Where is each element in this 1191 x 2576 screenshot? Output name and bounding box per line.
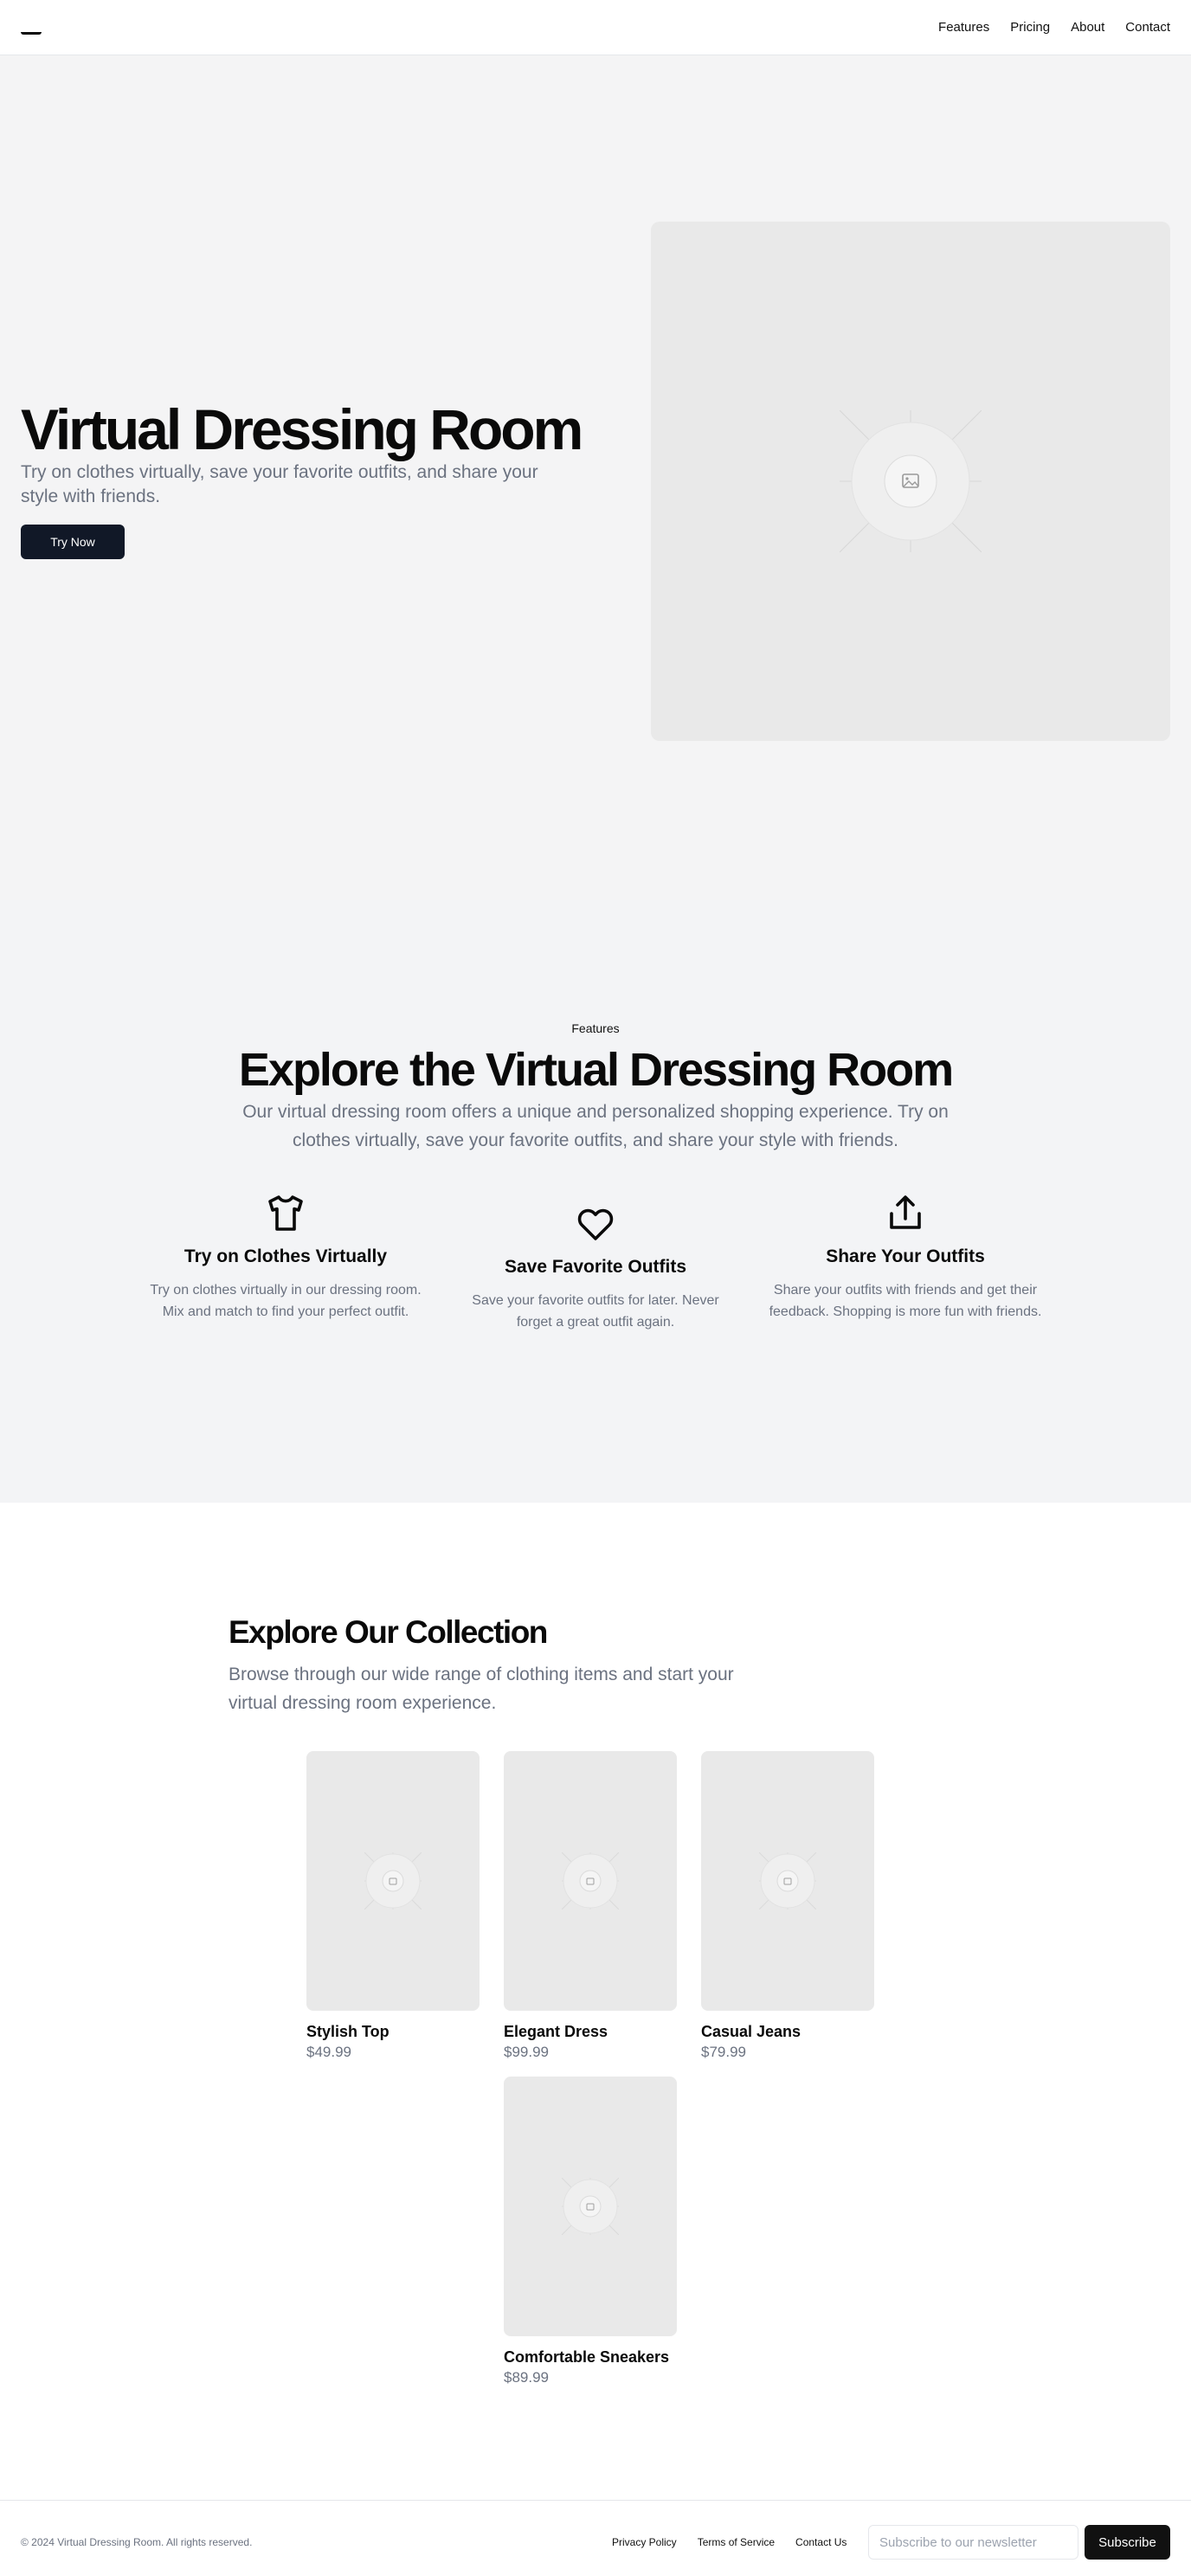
product-card[interactable]: Casual Jeans $79.99: [701, 1751, 874, 2063]
product-image: [504, 1751, 677, 2011]
image-placeholder-icon: [562, 1852, 619, 1909]
hero-image: [651, 222, 1170, 741]
product-price: $89.99: [504, 2369, 549, 2386]
image-placeholder-icon: [840, 410, 982, 552]
hero-section: Virtual Dressing Room Try on clothes vir…: [0, 55, 1191, 900]
feature-text: Save your favorite outfits for later. Ne…: [472, 1293, 719, 1330]
collection-subtitle: Browse through our wide range of clothin…: [229, 1665, 734, 1713]
feature-text: Try on clothes virtually in our dressing…: [150, 1283, 422, 1319]
product-price: $99.99: [504, 2044, 549, 2060]
product-card[interactable]: Stylish Top $49.99: [306, 1751, 480, 2063]
product-image: [306, 1751, 480, 2011]
share-icon: [890, 1195, 921, 1229]
feature-card: Save Favorite Outfits Save your favorite…: [457, 1203, 734, 1333]
nav-contact[interactable]: Contact: [1125, 19, 1170, 36]
product-card[interactable]: Elegant Dress $99.99: [504, 1751, 677, 2063]
shirt-icon: [268, 1195, 303, 1231]
product-price: $79.99: [701, 2044, 746, 2060]
try-now-button[interactable]: Try Now: [21, 525, 125, 559]
feature-text: Share your outfits with friends and get …: [769, 1283, 1042, 1319]
product-name: Elegant Dress: [504, 2023, 608, 2040]
product-image: [504, 2077, 677, 2336]
hero-subtitle: Try on clothes virtually, save your favo…: [21, 462, 538, 506]
newsletter-input[interactable]: [868, 2525, 1078, 2560]
heart-icon: [577, 1208, 614, 1240]
feature-title: Save Favorite Outfits: [504, 1257, 687, 1277]
product-name: Comfortable Sneakers: [504, 2348, 670, 2366]
product-name: Casual Jeans: [701, 2023, 802, 2040]
hero-title: Virtual Dressing Room: [21, 397, 583, 461]
product-image: [701, 1751, 874, 2011]
nav-features[interactable]: Features: [938, 19, 989, 36]
footer-link-terms[interactable]: Terms of Service: [698, 2536, 775, 2548]
feature-card: Try on Clothes Virtually Try on clothes …: [147, 1193, 424, 1323]
footer-link-privacy[interactable]: Privacy Policy: [612, 2536, 677, 2548]
features-title: Explore the Virtual Dressing Room: [238, 1044, 954, 1096]
features-section: Features Explore the Virtual Dressing Ro…: [0, 900, 1191, 1503]
collection-title: Explore Our Collection: [229, 1614, 548, 1650]
image-placeholder-icon: [562, 2178, 619, 2235]
nav-about[interactable]: About: [1071, 19, 1104, 36]
product-card[interactable]: Comfortable Sneakers $89.99: [504, 2077, 677, 2388]
image-placeholder-icon: [759, 1852, 816, 1909]
feature-card: Share Your Outfits Share your outfits wi…: [767, 1193, 1044, 1323]
feature-title: Try on Clothes Virtually: [183, 1246, 388, 1266]
product-price: $49.99: [306, 2044, 351, 2060]
product-name: Stylish Top: [306, 2023, 389, 2040]
footer-links: Privacy Policy Terms of Service Contact …: [612, 2536, 847, 2548]
image-placeholder-icon: [364, 1852, 422, 1909]
subscribe-button[interactable]: Subscribe: [1085, 2525, 1170, 2560]
nav-pricing[interactable]: Pricing: [1010, 19, 1050, 36]
features-subtitle: Our virtual dressing room offers a uniqu…: [242, 1102, 949, 1150]
footer-link-contact[interactable]: Contact Us: [795, 2536, 847, 2548]
copyright-text: © 2024 Virtual Dressing Room. All rights…: [21, 2536, 253, 2548]
main-nav: Features Pricing About Contact: [938, 19, 1170, 36]
site-header: Features Pricing About Contact: [0, 0, 1191, 55]
brand-mark-icon[interactable]: [21, 24, 42, 35]
feature-title: Share Your Outfits: [826, 1246, 985, 1266]
site-footer: © 2024 Virtual Dressing Room. All rights…: [0, 2500, 1191, 2576]
features-eyebrow: Features: [571, 1021, 620, 1035]
